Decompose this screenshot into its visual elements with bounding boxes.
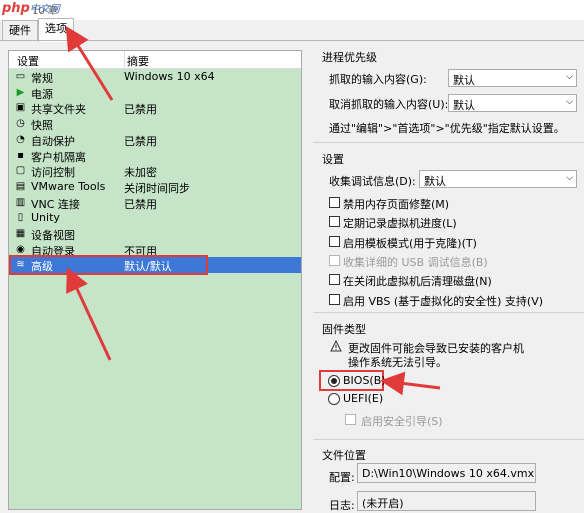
settings-item-label: 自动保护 (31, 134, 75, 148)
title-bar (0, 0, 584, 20)
chevron-down-icon: ⌵ (566, 72, 573, 82)
settings-item-summary: Windows 10 x64 (124, 70, 215, 83)
device-view-icon: ▦ (15, 228, 26, 239)
setting-checkbox[interactable] (329, 254, 340, 266)
setting-checkbox-label: 禁用内存页面修整(M) (343, 198, 450, 211)
snapshot-icon: ◷ (16, 118, 25, 130)
settings-list-item[interactable]: ▭ 常规 Windows 10 x64 (9, 69, 301, 85)
settings-list-item[interactable]: ▣ 共享文件夹 已禁用 (9, 100, 301, 116)
config-path-field[interactable]: D:\Win10\Windows 10 x64.vmx (357, 463, 536, 483)
column-header-summary[interactable]: 摘要 (127, 53, 149, 69)
settings-item-label: 快照 (31, 119, 53, 133)
chevron-down-icon: ⌵ (566, 173, 573, 183)
grabbed-input-combo[interactable]: 默认 ⌵ (448, 69, 577, 87)
window-title: 10 章 (32, 6, 58, 17)
settings-list-item[interactable]: ▤ VMware Tools 关闭时间同步 (9, 179, 301, 195)
settings-item-summary: 已禁用 (124, 197, 157, 211)
settings-list-item[interactable]: ◔ 自动保护 已禁用 (9, 132, 301, 148)
warning-icon (330, 339, 342, 355)
setting-checkbox-label: 在关闭此虚拟机后清理磁盘(N) (343, 275, 492, 289)
config-path-value: D:\Win10\Windows 10 x64.vmx (362, 467, 535, 480)
firmware-warning-line2: 操作系统无法引导。 (348, 356, 447, 369)
divider (313, 312, 584, 314)
settings-item-label: 访问控制 (31, 166, 75, 180)
setting-checkbox-label: 启用 VBS (基于虚拟化的安全性) 支持(V) (343, 294, 544, 308)
settings-item-label: 常规 (31, 72, 53, 85)
lock-icon: ▢ (15, 165, 26, 177)
settings-list-item[interactable]: ▪ 客户机隔离 (9, 148, 301, 164)
uefi-radio[interactable] (328, 393, 340, 405)
settings-item-summary: 关闭时间同步 (124, 181, 190, 195)
power-icon: ▶ (16, 86, 25, 98)
settings-item-label: 设备视图 (31, 229, 75, 242)
debug-info-value: 默认 (424, 175, 446, 188)
group-title-settings: 设置 (322, 153, 344, 166)
settings-item-label: 电源 (31, 87, 53, 101)
settings-item-label: VMware Tools (31, 179, 106, 193)
chevron-down-icon: ⌵ (566, 97, 573, 107)
vnc-icon: ▥ (15, 196, 26, 208)
settings-list-item[interactable]: ◷ 快照 (9, 116, 301, 132)
settings-list-item[interactable]: ▢ 访问控制 未加密 (9, 163, 301, 179)
setting-checkbox-label: 启用模板模式(用于克隆)(T) (343, 236, 477, 250)
setting-checkbox[interactable] (329, 197, 340, 208)
ungrabbed-input-combo[interactable]: 默认 ⌵ (448, 94, 577, 112)
settings-list-item[interactable]: ▦ 设备视图 (9, 226, 301, 242)
divider (313, 439, 584, 441)
setting-checkbox-label: 定期记录虚拟机进度(L) (343, 217, 457, 231)
secure-boot-label: 启用安全引导(S) (361, 415, 443, 428)
monitor-icon: ▭ (15, 71, 26, 82)
arrow-to-bios-radio (380, 371, 441, 396)
setting-checkbox-label: 收集详细的 USB 调试信息(B) (343, 255, 488, 269)
setting-checkbox[interactable] (329, 235, 340, 247)
ungrabbed-input-value: 默认 (453, 99, 475, 112)
settings-list-item[interactable]: ▥ VNC 连接 已禁用 (9, 195, 301, 211)
annotation-box-advanced (9, 255, 208, 276)
log-label: 日志: (329, 499, 355, 512)
shared-folder-icon: ▣ (15, 102, 26, 114)
settings-list-item[interactable]: ▶ 电源 (9, 85, 301, 101)
secure-boot-checkbox[interactable] (345, 414, 356, 425)
autologin-icon: ◉ (16, 243, 25, 255)
log-path-value: (未开启) (362, 497, 404, 510)
group-title-firmware: 固件类型 (322, 323, 366, 336)
settings-item-label: 客户机隔离 (31, 150, 86, 164)
settings-list-item[interactable]: ▯ Unity (9, 210, 301, 226)
grabbed-input-value: 默认 (453, 74, 475, 87)
log-path-field[interactable]: (未开启) (357, 491, 536, 511)
settings-list[interactable]: 设置 摘要 ▭ 常规 Windows 10 x64 ▶ 电源 ▣ 共享文件夹 已禁用 ◷ 快照 ◔ 自… (8, 50, 302, 510)
tab-divider (0, 40, 584, 41)
column-header-setting[interactable]: 设置 (17, 53, 39, 69)
autoprotect-icon: ◔ (16, 133, 25, 145)
grabbed-input-label: 抓取的输入内容(G): (329, 73, 427, 86)
priority-hint: 通过"编辑">"首选项">"优先级"指定默认设置。 (329, 122, 565, 135)
ungrabbed-input-label: 取消抓取的输入内容(U): (329, 98, 449, 111)
column-separator[interactable] (124, 51, 125, 68)
tab-hardware[interactable]: 硬件 (2, 20, 38, 41)
list-header: 设置 摘要 (9, 51, 301, 69)
uefi-label: UEFI(E) (343, 392, 384, 405)
settings-item-label: Unity (31, 211, 60, 225)
settings-item-label: 共享文件夹 (31, 103, 86, 117)
settings-item-label: VNC 连接 (31, 197, 80, 211)
setting-checkbox[interactable] (329, 293, 340, 305)
debug-info-label: 收集调试信息(D): (329, 175, 416, 188)
debug-info-combo[interactable]: 默认 ⌵ (419, 170, 577, 188)
divider (313, 142, 584, 144)
bios-label: BIOS(B) (343, 374, 386, 387)
bios-radio[interactable] (328, 375, 340, 387)
settings-item-summary: 已禁用 (124, 103, 157, 117)
config-label: 配置: (329, 471, 355, 484)
vmware-tools-icon: ▤ (15, 180, 26, 192)
isolation-icon: ▪ (17, 149, 24, 161)
group-title-process-priority: 进程优先级 (322, 51, 377, 64)
settings-item-summary: 未加密 (124, 166, 157, 180)
setting-checkbox[interactable] (329, 274, 340, 286)
group-title-file-location: 文件位置 (322, 449, 366, 462)
settings-item-summary: 已禁用 (124, 134, 157, 148)
unity-icon: ▯ (17, 212, 24, 224)
setting-checkbox[interactable] (329, 216, 340, 228)
tab-options[interactable]: 选项 (38, 18, 74, 42)
